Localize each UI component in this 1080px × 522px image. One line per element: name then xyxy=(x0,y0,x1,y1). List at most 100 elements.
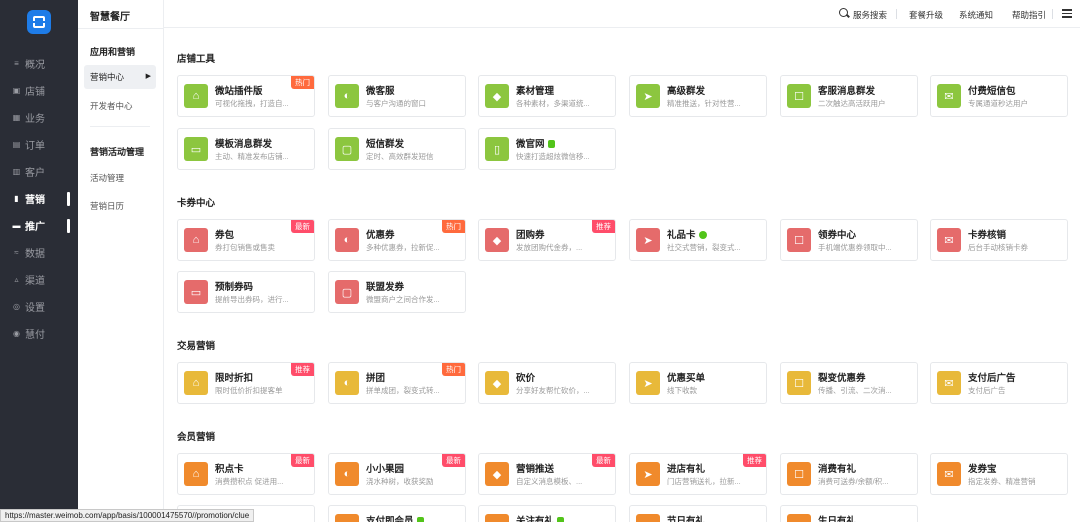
nav-item-channel[interactable]: ▵ 渠道 xyxy=(0,266,78,293)
app-card[interactable]: ☐ 客服消息群发 二次触达高活跃用户 xyxy=(780,75,918,117)
app-card-description: 二次触达高活跃用户 xyxy=(818,99,886,108)
subnav-group-apps: 应用和营销 xyxy=(90,47,136,57)
app-card[interactable]: ◆ 营销推送 自定义消息模板、... 最新 xyxy=(478,453,616,495)
app-card[interactable]: ◆ 素材管理 各种素材，多渠道统... xyxy=(478,75,616,117)
app-card-title: 微官网 xyxy=(516,136,555,150)
subnav-item-developer-center[interactable]: 开发者中心 xyxy=(90,100,133,112)
app-card[interactable]: ➤ 优惠买单 线下收款 xyxy=(629,362,767,404)
subnav-item-calendar[interactable]: 营销日历 xyxy=(90,200,124,212)
nav-item-pay[interactable]: ◉ 慧付 xyxy=(0,320,78,347)
app-card[interactable]: ▭ 预制券码 提前导出券码，进行... xyxy=(177,271,315,313)
app-card[interactable]: ⌂ 券包 券打包销售或售卖 最新 xyxy=(177,219,315,261)
search-icon[interactable] xyxy=(839,8,848,17)
help-guide-link[interactable]: 帮助指引 xyxy=(1012,9,1046,21)
app-card-description: 微盟商户之间合作发... xyxy=(366,295,440,304)
nav-item-label: 渠道 xyxy=(25,276,45,287)
app-card[interactable]: ✉ 发券宝 指定发券、精准营销 xyxy=(930,453,1068,495)
app-card[interactable]: ⌂ 微站插件版 可视化拖拽，打造自... 热门 xyxy=(177,75,315,117)
app-card-title: 砍价 xyxy=(516,373,536,384)
app-card[interactable]: ➤ 礼品卡 社交式营销，裂变式... xyxy=(629,219,767,261)
channel-icon: ▵ xyxy=(14,275,19,284)
nav-item-data[interactable]: ≈ 数据 xyxy=(0,239,78,266)
app-card[interactable]: ✉ 支付后广告 支付后广告 xyxy=(930,362,1068,404)
app-card[interactable]: ⌂ 限时折扣 限时低价折扣提客单 推荐 xyxy=(177,362,315,404)
nav-item-settings[interactable]: ◎ 设置 xyxy=(0,293,78,320)
nav-item-customer[interactable]: ▥ 客户 xyxy=(0,158,78,185)
app-card[interactable]: ⌂ 积点卡 消费攒积点 促进用... 最新 xyxy=(177,453,315,495)
upgrade-plan-link[interactable]: 套餐升级 xyxy=(909,9,943,21)
app-card-badge: 热门 xyxy=(442,363,465,376)
app-card[interactable]: ◐ 小小果园 浇水种树，收获奖励 最新 xyxy=(328,453,466,495)
app-card-icon: ➤ xyxy=(636,228,660,252)
app-card-icon: ▢ xyxy=(335,514,359,522)
app-card[interactable]: ✚ 生日有礼 xyxy=(780,505,918,522)
order-icon: ▤ xyxy=(12,140,21,149)
app-card[interactable]: ◐ 优惠券 多种优惠券，拉新促... 热门 xyxy=(328,219,466,261)
app-card-description: 多种优惠券，拉新促... xyxy=(366,243,440,252)
app-card-icon: ▢ xyxy=(335,280,359,304)
nav-item-store[interactable]: ▣ 店铺 xyxy=(0,77,78,104)
app-card-description: 拼单成团，裂变式转... xyxy=(366,386,440,395)
app-card[interactable]: ✉ 付费短信包 专属通道秒达用户 xyxy=(930,75,1068,117)
subnav-item-activity-manage[interactable]: 活动管理 xyxy=(90,172,124,184)
app-card[interactable]: ✉ 卡券核销 后台手动核销卡券 xyxy=(930,219,1068,261)
nav-item-marketing[interactable]: ▮ 营销 xyxy=(0,185,78,212)
app-card-icon: ➤ xyxy=(636,462,660,486)
link-status-url: https://master.weimob.com/app/basis/1000… xyxy=(0,509,255,522)
app-card[interactable]: ▯ 微官网 快速打造超炫微信移... xyxy=(478,128,616,170)
app-card-description: 券打包销售或售卖 xyxy=(215,243,275,252)
nav-item-label: 慧付 xyxy=(25,330,45,341)
app-card[interactable]: ☐ 消费有礼 消费可送券/余额/积... xyxy=(780,453,918,495)
app-card[interactable]: ▭ 模板消息群发 主动、精准发布店铺... xyxy=(177,128,315,170)
app-card-icon: ✉ xyxy=(937,462,961,486)
check-circle-icon xyxy=(698,231,707,240)
app-card-icon: ✉ xyxy=(937,84,961,108)
app-card[interactable]: ☐ 裂变优惠券 传播、引流、二次消... xyxy=(780,362,918,404)
nav-item-label: 概况 xyxy=(25,60,45,71)
app-card[interactable]: ▢ 支付即会员 xyxy=(328,505,466,522)
menu-icon[interactable] xyxy=(1062,9,1072,18)
top-header: 服务搜索 套餐升级 系统通知 帮助指引 xyxy=(164,0,1080,28)
app-card-description: 定时、高效群发短信 xyxy=(366,152,434,161)
primary-sidebar: ≡ 概况 ▣ 店铺 ▦ 业务 ▤ 订单 ▥ 客户 ▮ 营销 ▬ 推广 ≈ 数据 ▵ 渠道 ◎ 设置 ◉ 慧付 xyxy=(0,0,78,522)
app-card-description: 指定发券、精准营销 xyxy=(968,477,1036,486)
nav-item-label: 推广 xyxy=(25,222,45,233)
nav-item-order[interactable]: ▤ 订单 xyxy=(0,131,78,158)
app-card[interactable]: ◐ 拼团 拼单成团，裂变式转... 热门 xyxy=(328,362,466,404)
app-card-icon: ➤ xyxy=(636,371,660,395)
app-card-description: 浇水种树，收获奖励 xyxy=(366,477,434,486)
app-card-icon: ☐ xyxy=(787,371,811,395)
system-notice-link[interactable]: 系统通知 xyxy=(959,9,993,21)
app-card[interactable]: ▢ 联盟发券 微盟商户之间合作发... xyxy=(328,271,466,313)
app-card[interactable]: ➤ 进店有礼 门店营销送礼，拉新... 推荐 xyxy=(629,453,767,495)
app-card-icon: ✉ xyxy=(937,371,961,395)
app-card-title: 模板消息群发 xyxy=(215,139,273,150)
app-card[interactable]: ▯ 关注有礼 xyxy=(478,505,616,522)
app-logo-icon[interactable] xyxy=(27,10,51,34)
nav-item-promotion[interactable]: ▬ 推广 xyxy=(0,212,78,239)
app-card-description: 线下收款 xyxy=(667,386,697,395)
app-card-description: 专属通道秒达用户 xyxy=(968,99,1028,108)
app-card-badge: 最新 xyxy=(442,454,465,467)
active-indicator xyxy=(67,219,70,233)
nav-item-business[interactable]: ▦ 业务 xyxy=(0,104,78,131)
app-card-icon: ▯ xyxy=(485,137,509,161)
app-card-title: 支付后广告 xyxy=(968,373,1016,384)
app-card[interactable]: ➤ 高级群发 精准推送，针对性营... xyxy=(629,75,767,117)
app-card[interactable]: ◐ 微客服 与客户沟通的窗口 xyxy=(328,75,466,117)
app-card-description: 分享好友帮忙砍价，... xyxy=(516,386,590,395)
app-card-icon: ⌂ xyxy=(184,462,208,486)
app-card-title: 进店有礼 xyxy=(667,464,706,475)
app-card[interactable]: ☐ 领券中心 手机端优惠券领取中... xyxy=(780,219,918,261)
subnav-item-marketing-center[interactable]: 营销中心 ▶ xyxy=(84,65,156,89)
service-search-link[interactable]: 服务搜索 xyxy=(853,9,887,21)
app-card-title: 生日有礼 xyxy=(818,516,857,522)
app-card[interactable]: ◈ 节日有礼 xyxy=(629,505,767,522)
nav-item-overview[interactable]: ≡ 概况 xyxy=(0,50,78,77)
app-card[interactable]: ▢ 短信群发 定时、高效群发短信 xyxy=(328,128,466,170)
app-card-icon: ☐ xyxy=(787,462,811,486)
app-card[interactable]: ◆ 团购券 发放团购代金券，... 推荐 xyxy=(478,219,616,261)
app-card-icon: ▭ xyxy=(184,280,208,304)
app-card[interactable]: ◆ 砍价 分享好友帮忙砍价，... xyxy=(478,362,616,404)
settings-icon: ◎ xyxy=(13,302,20,311)
